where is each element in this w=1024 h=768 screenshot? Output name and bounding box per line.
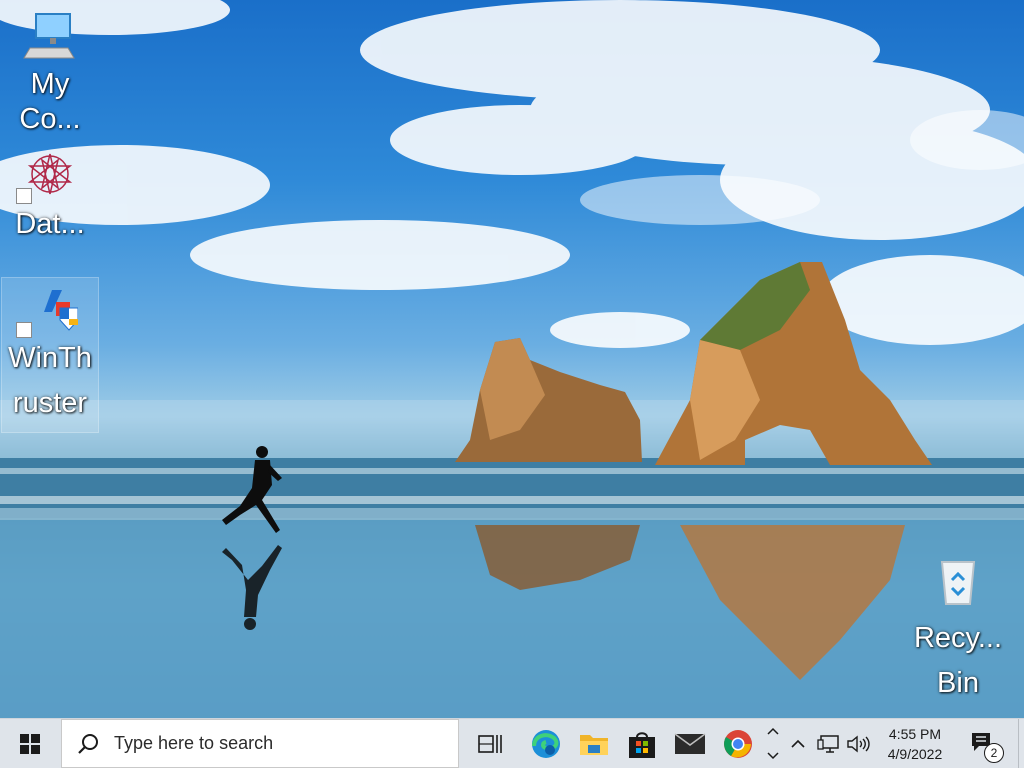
microsoft-store-icon	[629, 731, 655, 758]
show-desktop-button[interactable]	[1018, 719, 1024, 768]
speaker-icon	[847, 735, 870, 752]
chevron-up-icon	[767, 727, 779, 735]
taskbar-scroll-down-button[interactable]	[762, 746, 784, 766]
beach-landscape-image	[0, 0, 1024, 718]
microsoft-store-taskbar-button[interactable]	[618, 719, 666, 768]
file-explorer-taskbar-button[interactable]	[570, 719, 618, 768]
desktop-icon-winthruster[interactable]: WinTh ruster	[1, 277, 99, 433]
clock-date: 4/9/2022	[887, 745, 943, 762]
taskbar-search-box[interactable]	[61, 719, 459, 768]
desktop-icon-label: Recy...	[913, 622, 1003, 654]
mail-icon	[674, 732, 706, 754]
edge-taskbar-button[interactable]	[522, 719, 570, 768]
app-icon	[16, 150, 78, 204]
chevron-up-icon	[791, 739, 805, 748]
shortcut-arrow-icon	[16, 322, 32, 338]
notification-count-badge: 2	[984, 743, 1004, 763]
clock-time: 4:55 PM	[888, 725, 942, 742]
microsoft-edge-icon	[532, 729, 560, 758]
chrome-taskbar-button[interactable]	[714, 719, 762, 768]
network-icon	[817, 734, 839, 753]
desktop-icon-label: Dat...	[15, 208, 85, 240]
desktop-icon-dat[interactable]: Dat...	[2, 150, 98, 247]
search-icon	[78, 733, 98, 754]
taskbar-scroll-up-button[interactable]	[762, 721, 784, 741]
taskbar-clock[interactable]: 4:55 PM 4/9/2022	[878, 719, 952, 768]
windows-logo-icon	[20, 733, 40, 754]
action-center-button[interactable]	[960, 719, 1010, 768]
shortcut-arrow-icon	[16, 188, 32, 204]
computer-icon	[22, 10, 78, 62]
show-hidden-icons-button[interactable]	[786, 719, 810, 768]
desktop-icon-recycle-bin[interactable]: Recy... Bin	[910, 554, 1006, 706]
desktop-icon-my-computer[interactable]: My Co...	[2, 10, 98, 142]
google-chrome-icon	[724, 729, 752, 758]
task-view-icon	[478, 734, 502, 753]
chevron-down-icon	[767, 752, 779, 760]
taskbar: 4:55 PM 4/9/2022 2	[0, 718, 1024, 768]
desktop-icon-label: Co...	[19, 103, 81, 135]
desktop-icon-label: ruster	[12, 387, 88, 419]
winthruster-icon	[16, 284, 79, 338]
mail-taskbar-button[interactable]	[666, 719, 714, 768]
file-explorer-icon	[580, 734, 608, 755]
desktop-wallpaper: My Co... Dat... WinTh ruster Recy... Bin	[0, 0, 1024, 718]
search-input[interactable]	[112, 732, 436, 755]
network-tray-button[interactable]	[814, 719, 842, 768]
start-button[interactable]	[0, 719, 60, 768]
desktop-icon-label: Bin	[937, 667, 979, 699]
desktop-icon-label: WinTh	[8, 342, 92, 374]
taskbar-scroll	[762, 719, 784, 768]
recycle-bin-icon	[930, 554, 986, 606]
volume-tray-button[interactable]	[844, 719, 872, 768]
task-view-button[interactable]	[466, 719, 514, 768]
